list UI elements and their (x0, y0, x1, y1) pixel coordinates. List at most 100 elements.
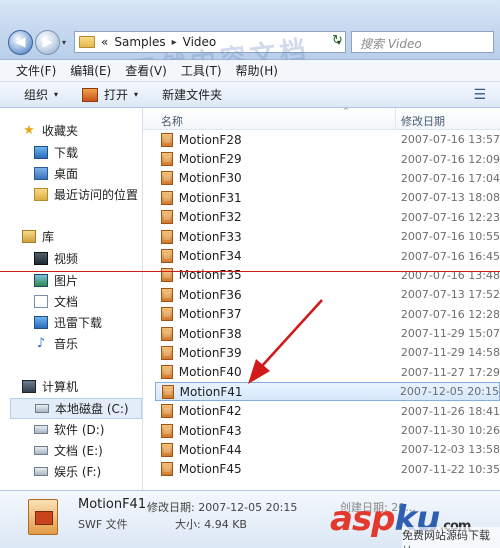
file-name: MotionF43 (178, 423, 242, 438)
file-row[interactable]: MotionF41 2007-12-05 20:15 (155, 382, 500, 402)
nav-label: 视频 (54, 252, 79, 266)
view-options-icon[interactable]: ☰ (473, 87, 486, 103)
address-bar: ◀ ▶ ▾ « Samples ▸ Video ▾ ↻ 搜索 Video 天然内… (0, 0, 500, 87)
pictures-library-icon (34, 274, 48, 287)
red-guide-line (0, 271, 500, 272)
file-row[interactable]: MotionF42 2007-11-26 18:41 (155, 401, 500, 420)
navigation-pane: ★ 收藏夹 下载 桌面 最近访问的位置 库 视频 图片 文档 迅雷下载 ♪ 音乐 计… (0, 108, 143, 490)
swf-file-icon (161, 307, 173, 322)
file-row[interactable]: MotionF30 2007-07-16 17:04 (155, 169, 500, 188)
column-modified[interactable]: 修改日期 (401, 113, 445, 129)
menu-help[interactable]: 帮助(H) (236, 62, 278, 79)
file-row[interactable]: MotionF43 2007-11-30 10:26 (155, 421, 500, 440)
column-name[interactable]: 名称 (161, 113, 183, 129)
search-input[interactable]: 搜索 Video (351, 31, 494, 53)
file-date: 2007-11-26 18:41 (400, 404, 500, 418)
file-row[interactable]: MotionF45 2007-11-22 10:35 (155, 460, 500, 479)
folder-icon (79, 36, 95, 48)
swf-file-icon (161, 229, 173, 244)
nav-desktop[interactable]: 桌面 (34, 165, 78, 182)
file-row[interactable]: MotionF35 2007-07-16 13:48 (155, 266, 500, 285)
history-dropdown-icon[interactable]: ▾ (62, 38, 66, 47)
breadcrumb-prefix[interactable]: « (101, 35, 108, 49)
command-bar: 组织 ▾ 打开 ▾ 新建文件夹 ☰ (0, 82, 500, 108)
file-date: 2007-11-30 10:26 (400, 424, 500, 438)
file-row[interactable]: MotionF39 2007-11-29 14:58 (155, 343, 500, 362)
new-folder-button[interactable]: 新建文件夹 (162, 86, 222, 103)
nav-videos[interactable]: 视频 (34, 250, 78, 267)
nav-computer[interactable]: 计算机 (22, 378, 78, 395)
file-row[interactable]: MotionF34 2007-07-16 16:45 (155, 246, 500, 265)
file-list-pane: ^ 名称 修改日期 MotionF28 2007-07-16 13:57 Motio… (143, 108, 500, 490)
swf-file-icon (161, 152, 173, 167)
menu-edit[interactable]: 编辑(E) (70, 62, 111, 79)
breadcrumb-video[interactable]: Video (183, 35, 217, 49)
nav-documents[interactable]: 文档 (34, 293, 78, 310)
forward-arrow-icon: ▶ (42, 35, 53, 50)
refresh-icon[interactable]: ↻ (332, 33, 343, 48)
menu-view[interactable]: 查看(V) (125, 62, 167, 79)
nav-favorites[interactable]: ★ 收藏夹 (22, 122, 78, 139)
swf-file-icon (161, 249, 173, 264)
menu-tools[interactable]: 工具(T) (181, 62, 222, 79)
logo-subtitle: 免费网站源码下载站 (402, 527, 500, 548)
address-field[interactable]: « Samples ▸ Video ▾ (74, 31, 346, 53)
nav-downloads[interactable]: 下载 (34, 144, 78, 161)
file-row[interactable]: MotionF32 2007-07-16 12:23 (155, 208, 500, 227)
nav-drive-e[interactable]: 文档 (E:) (34, 442, 103, 459)
detail-modified: 修改日期: 2007-12-05 20:15 (147, 501, 298, 514)
nav-thunder[interactable]: 迅雷下载 (34, 314, 102, 331)
column-divider[interactable] (395, 108, 396, 130)
file-row[interactable]: MotionF28 2007-07-16 13:57 (155, 130, 500, 149)
file-name: MotionF45 (178, 462, 242, 477)
nav-label: 娱乐 (F:) (54, 465, 102, 479)
file-name: MotionF36 (178, 287, 242, 302)
detail-size: 大小: 4.94 KB (175, 518, 247, 531)
nav-label: 文档 (E:) (54, 444, 103, 458)
video-library-icon (34, 252, 48, 265)
menu-file[interactable]: 文件(F) (16, 62, 56, 79)
nav-music[interactable]: ♪ 音乐 (34, 335, 78, 352)
file-row[interactable]: MotionF29 2007-07-16 12:09 (155, 149, 500, 168)
swf-file-icon (161, 210, 173, 225)
file-name: MotionF28 (178, 132, 242, 147)
file-row[interactable]: MotionF37 2007-07-16 12:28 (155, 305, 500, 324)
file-name: MotionF31 (178, 190, 242, 205)
nav-drive-f[interactable]: 娱乐 (F:) (34, 463, 101, 480)
organize-button[interactable]: 组织 ▾ (24, 86, 58, 103)
back-button[interactable]: ◀ (8, 30, 33, 55)
file-row[interactable]: MotionF40 2007-11-27 17:29 (155, 363, 500, 382)
desktop-icon (34, 167, 48, 180)
file-row[interactable]: MotionF36 2007-07-13 17:52 (155, 285, 500, 304)
file-row[interactable]: MotionF31 2007-07-13 18:08 (155, 188, 500, 207)
file-row[interactable]: MotionF44 2007-12-03 13:58 (155, 440, 500, 459)
open-button[interactable]: 打开 ▾ (82, 86, 138, 103)
back-arrow-icon: ◀ (15, 35, 26, 50)
file-date: 2007-07-16 16:45 (400, 249, 500, 263)
nav-label: 迅雷下载 (54, 316, 103, 330)
column-header: ^ 名称 修改日期 (143, 108, 500, 130)
nav-pictures[interactable]: 图片 (34, 272, 78, 289)
breadcrumb-samples[interactable]: Samples (114, 35, 165, 49)
nav-drive-d[interactable]: 软件 (D:) (34, 421, 104, 438)
file-date: 2007-07-16 10:55 (400, 230, 500, 244)
nav-drive-c[interactable]: 本地磁盘 (C:) (10, 398, 142, 419)
breadcrumb-separator-icon[interactable]: ▸ (172, 37, 177, 48)
nav-label: 收藏夹 (42, 124, 79, 138)
file-name: MotionF37 (178, 307, 242, 322)
nav-libraries[interactable]: 库 (22, 228, 54, 245)
file-date: 2007-07-16 13:57 (400, 133, 500, 147)
nav-label: 音乐 (54, 337, 79, 351)
forward-button[interactable]: ▶ (35, 30, 60, 55)
file-row[interactable]: MotionF38 2007-11-29 15:07 (155, 324, 500, 343)
chevron-down-icon: ▾ (134, 90, 139, 99)
swf-file-icon (161, 365, 173, 380)
nav-recent[interactable]: 最近访问的位置 (34, 186, 138, 203)
file-date: 2007-11-27 17:29 (400, 365, 500, 379)
swf-file-icon (161, 287, 173, 302)
file-row[interactable]: MotionF33 2007-07-16 10:55 (155, 227, 500, 246)
file-name: MotionF30 (178, 171, 242, 186)
computer-icon (22, 380, 36, 393)
file-date: 2007-11-22 10:35 (400, 462, 500, 476)
nav-label: 文档 (54, 295, 79, 309)
